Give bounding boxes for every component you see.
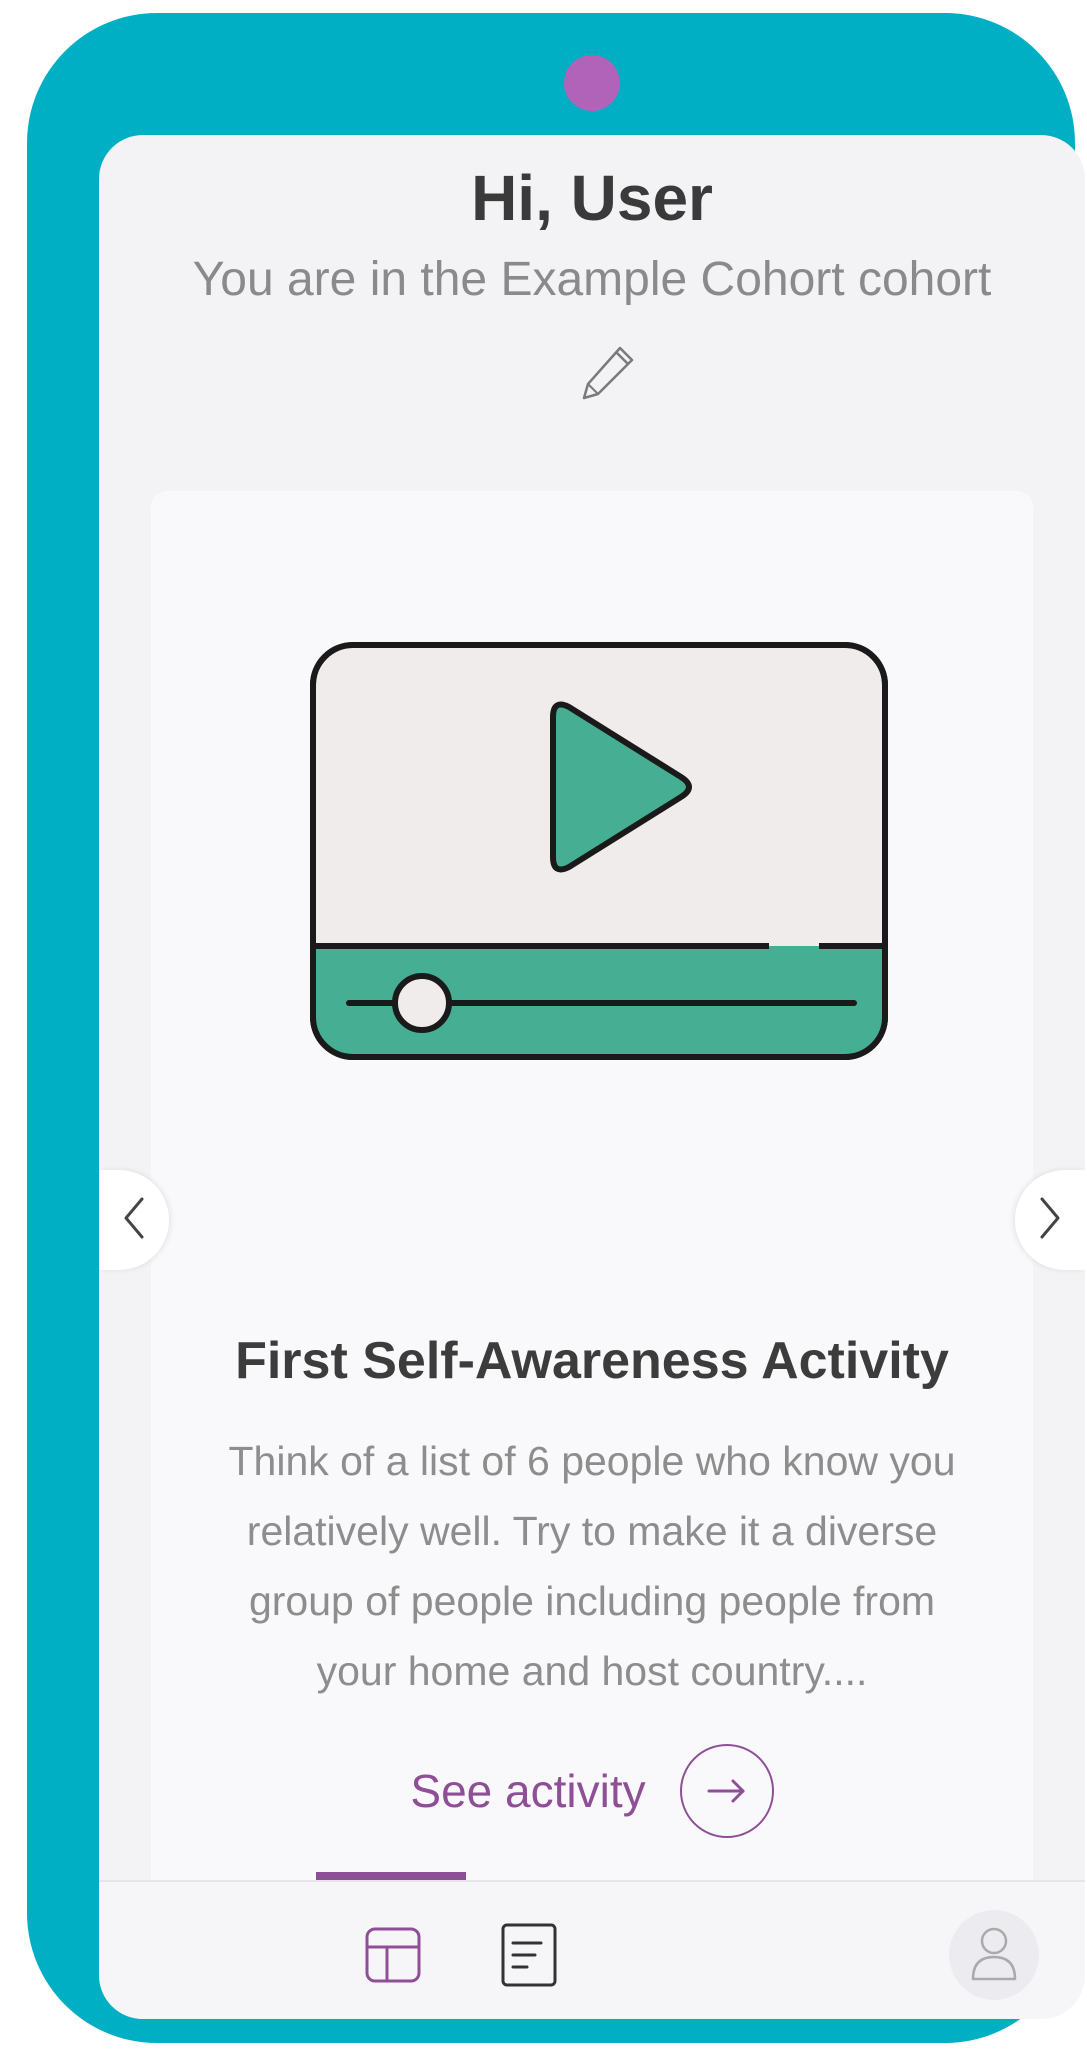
tab-activities[interactable] xyxy=(494,1922,564,1992)
active-tab-indicator xyxy=(316,1872,466,1880)
dashboard-icon xyxy=(361,1923,425,1992)
greeting-heading: Hi, User xyxy=(471,162,713,234)
phone-frame: Hi, User You are in the Example Cohort c… xyxy=(27,13,1085,2043)
see-activity-label: See activity xyxy=(410,1765,646,1817)
activity-title: First Self-Awareness Activity xyxy=(235,1332,949,1390)
video-player-icon xyxy=(309,641,889,1061)
bottom-navigation xyxy=(99,1872,1085,2019)
see-activity-button[interactable]: See activity xyxy=(151,1741,1033,1841)
activity-card: First Self-Awareness Activity Think of a… xyxy=(151,491,1033,1991)
arrow-right-icon xyxy=(679,1744,774,1838)
chevron-left-icon xyxy=(120,1193,148,1248)
profile-icon xyxy=(969,1923,1019,1988)
pencil-icon[interactable] xyxy=(576,340,640,404)
chevron-right-icon xyxy=(1036,1193,1064,1248)
tab-dashboard[interactable] xyxy=(358,1922,428,1992)
cohort-subtitle: You are in the Example Cohort cohort xyxy=(192,253,992,306)
camera-dot xyxy=(564,55,620,111)
list-icon xyxy=(497,1921,561,1994)
app-screen: Hi, User You are in the Example Cohort c… xyxy=(99,135,1085,2019)
tab-profile[interactable] xyxy=(949,1910,1039,2000)
activity-description: Think of a list of 6 people who know you… xyxy=(228,1438,956,1694)
